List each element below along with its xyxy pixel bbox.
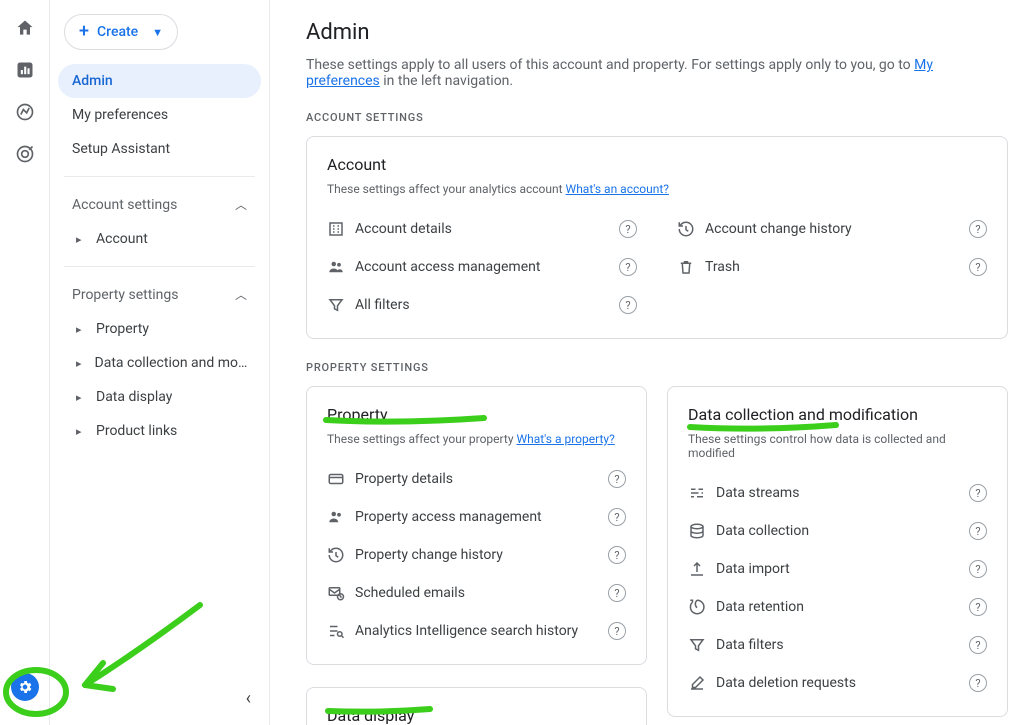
data-retention-row[interactable]: Data retention ? <box>688 588 987 626</box>
history-icon <box>327 546 355 564</box>
section-property-settings: PROPERTY SETTINGS <box>306 361 1008 374</box>
home-icon[interactable] <box>15 18 35 38</box>
database-icon <box>688 522 716 540</box>
help-icon[interactable]: ? <box>969 484 987 502</box>
section-account-settings: ACCOUNT SETTINGS <box>306 111 1008 124</box>
people-icon <box>327 508 355 526</box>
create-button[interactable]: + Create ▼ <box>64 14 178 50</box>
help-icon[interactable]: ? <box>608 546 626 564</box>
caret-right-icon: ▸ <box>76 357 85 370</box>
page-subtitle: These settings apply to all users of thi… <box>306 57 1008 89</box>
data-collection-row[interactable]: Data collection ? <box>688 512 987 550</box>
property-history-row[interactable]: Property change history ? <box>327 536 626 574</box>
property-details-row[interactable]: Property details ? <box>327 460 626 498</box>
nav-property[interactable]: ▸ Property <box>58 312 261 346</box>
nav-admin[interactable]: Admin <box>58 64 261 98</box>
property-card: Property These settings affect your prop… <box>306 386 647 665</box>
chevron-up-icon: ︿ <box>235 286 247 303</box>
account-history-row[interactable]: Account change history ? <box>677 210 987 248</box>
card-title: Account <box>327 155 987 174</box>
nav-data-display[interactable]: ▸ Data display <box>58 380 261 414</box>
people-icon <box>327 258 355 276</box>
eraser-icon <box>688 674 716 692</box>
nav-rail <box>0 0 50 725</box>
filter-icon <box>327 296 355 314</box>
whats-a-property-link[interactable]: What's a property? <box>516 432 614 446</box>
nav-property-settings-header[interactable]: Property settings ︿ <box>58 277 261 312</box>
nav-divider <box>64 266 255 267</box>
trash-row[interactable]: Trash ? <box>677 248 987 286</box>
account-access-row[interactable]: Account access management ? <box>327 248 637 286</box>
page-title: Admin <box>306 20 1008 45</box>
card-subtitle: These settings affect your analytics acc… <box>327 182 987 196</box>
trash-icon <box>677 258 705 276</box>
mail-clock-icon <box>327 584 355 602</box>
caret-right-icon: ▸ <box>76 233 86 246</box>
chevron-down-icon: ▼ <box>152 26 163 39</box>
collapse-sidebar-icon[interactable]: ‹ <box>246 688 251 709</box>
data-display-card: Data display These settings control how … <box>306 687 647 725</box>
help-icon[interactable]: ? <box>619 258 637 276</box>
card-subtitle: These settings affect your property What… <box>327 432 626 446</box>
help-icon[interactable]: ? <box>608 470 626 488</box>
explore-icon[interactable] <box>15 102 35 122</box>
caret-right-icon: ▸ <box>76 323 86 336</box>
upload-icon <box>688 560 716 578</box>
account-details-row[interactable]: Account details ? <box>327 210 637 248</box>
caret-right-icon: ▸ <box>76 391 86 404</box>
caret-right-icon: ▸ <box>76 425 86 438</box>
data-streams-row[interactable]: Data streams ? <box>688 474 987 512</box>
sidebar: + Create ▼ Admin My preferences Setup As… <box>50 0 270 725</box>
nav-account-settings-header[interactable]: Account settings ︿ <box>58 187 261 222</box>
main-content: Admin These settings apply to all users … <box>270 0 1030 725</box>
property-access-row[interactable]: Property access management ? <box>327 498 626 536</box>
nav-product-links[interactable]: ▸ Product links <box>58 414 261 448</box>
nav-data-collection[interactable]: ▸ Data collection and modifica... <box>58 346 261 380</box>
help-icon[interactable]: ? <box>969 220 987 238</box>
help-icon[interactable]: ? <box>608 584 626 602</box>
reports-icon[interactable] <box>15 60 35 80</box>
filter-icon <box>688 636 716 654</box>
help-icon[interactable]: ? <box>969 636 987 654</box>
data-collection-card: Data collection and modification These s… <box>667 386 1008 717</box>
analytics-search-history-row[interactable]: Analytics Intelligence search history ? <box>327 612 626 650</box>
retention-icon <box>688 598 716 616</box>
streams-icon <box>688 484 716 502</box>
scheduled-emails-row[interactable]: Scheduled emails ? <box>327 574 626 612</box>
create-label: Create <box>97 24 138 40</box>
data-filters-row[interactable]: Data filters ? <box>688 626 987 664</box>
whats-an-account-link[interactable]: What's an account? <box>566 182 669 196</box>
nav-account[interactable]: ▸ Account <box>58 222 261 256</box>
help-icon[interactable]: ? <box>969 598 987 616</box>
nav-setup-assistant[interactable]: Setup Assistant <box>58 132 261 166</box>
search-list-icon <box>327 622 355 640</box>
data-import-row[interactable]: Data import ? <box>688 550 987 588</box>
help-icon[interactable]: ? <box>619 220 637 238</box>
building-icon <box>327 220 355 238</box>
history-icon <box>677 220 705 238</box>
card-title: Property <box>327 405 626 424</box>
nav-divider <box>64 176 255 177</box>
all-filters-row[interactable]: All filters ? <box>327 286 637 324</box>
help-icon[interactable]: ? <box>969 560 987 578</box>
help-icon[interactable]: ? <box>969 258 987 276</box>
card-title: Data display <box>327 706 626 725</box>
help-icon[interactable]: ? <box>608 508 626 526</box>
card-title: Data collection and modification <box>688 405 987 424</box>
card-icon <box>327 470 355 488</box>
data-deletion-row[interactable]: Data deletion requests ? <box>688 664 987 702</box>
help-icon[interactable]: ? <box>969 522 987 540</box>
nav-my-preferences[interactable]: My preferences <box>58 98 261 132</box>
admin-gear-icon[interactable] <box>11 673 39 701</box>
chevron-up-icon: ︿ <box>235 196 247 213</box>
advertising-icon[interactable] <box>15 144 35 164</box>
account-card: Account These settings affect your analy… <box>306 136 1008 339</box>
card-subtitle: These settings control how data is colle… <box>688 432 987 460</box>
help-icon[interactable]: ? <box>619 296 637 314</box>
help-icon[interactable]: ? <box>969 674 987 692</box>
help-icon[interactable]: ? <box>608 622 626 640</box>
